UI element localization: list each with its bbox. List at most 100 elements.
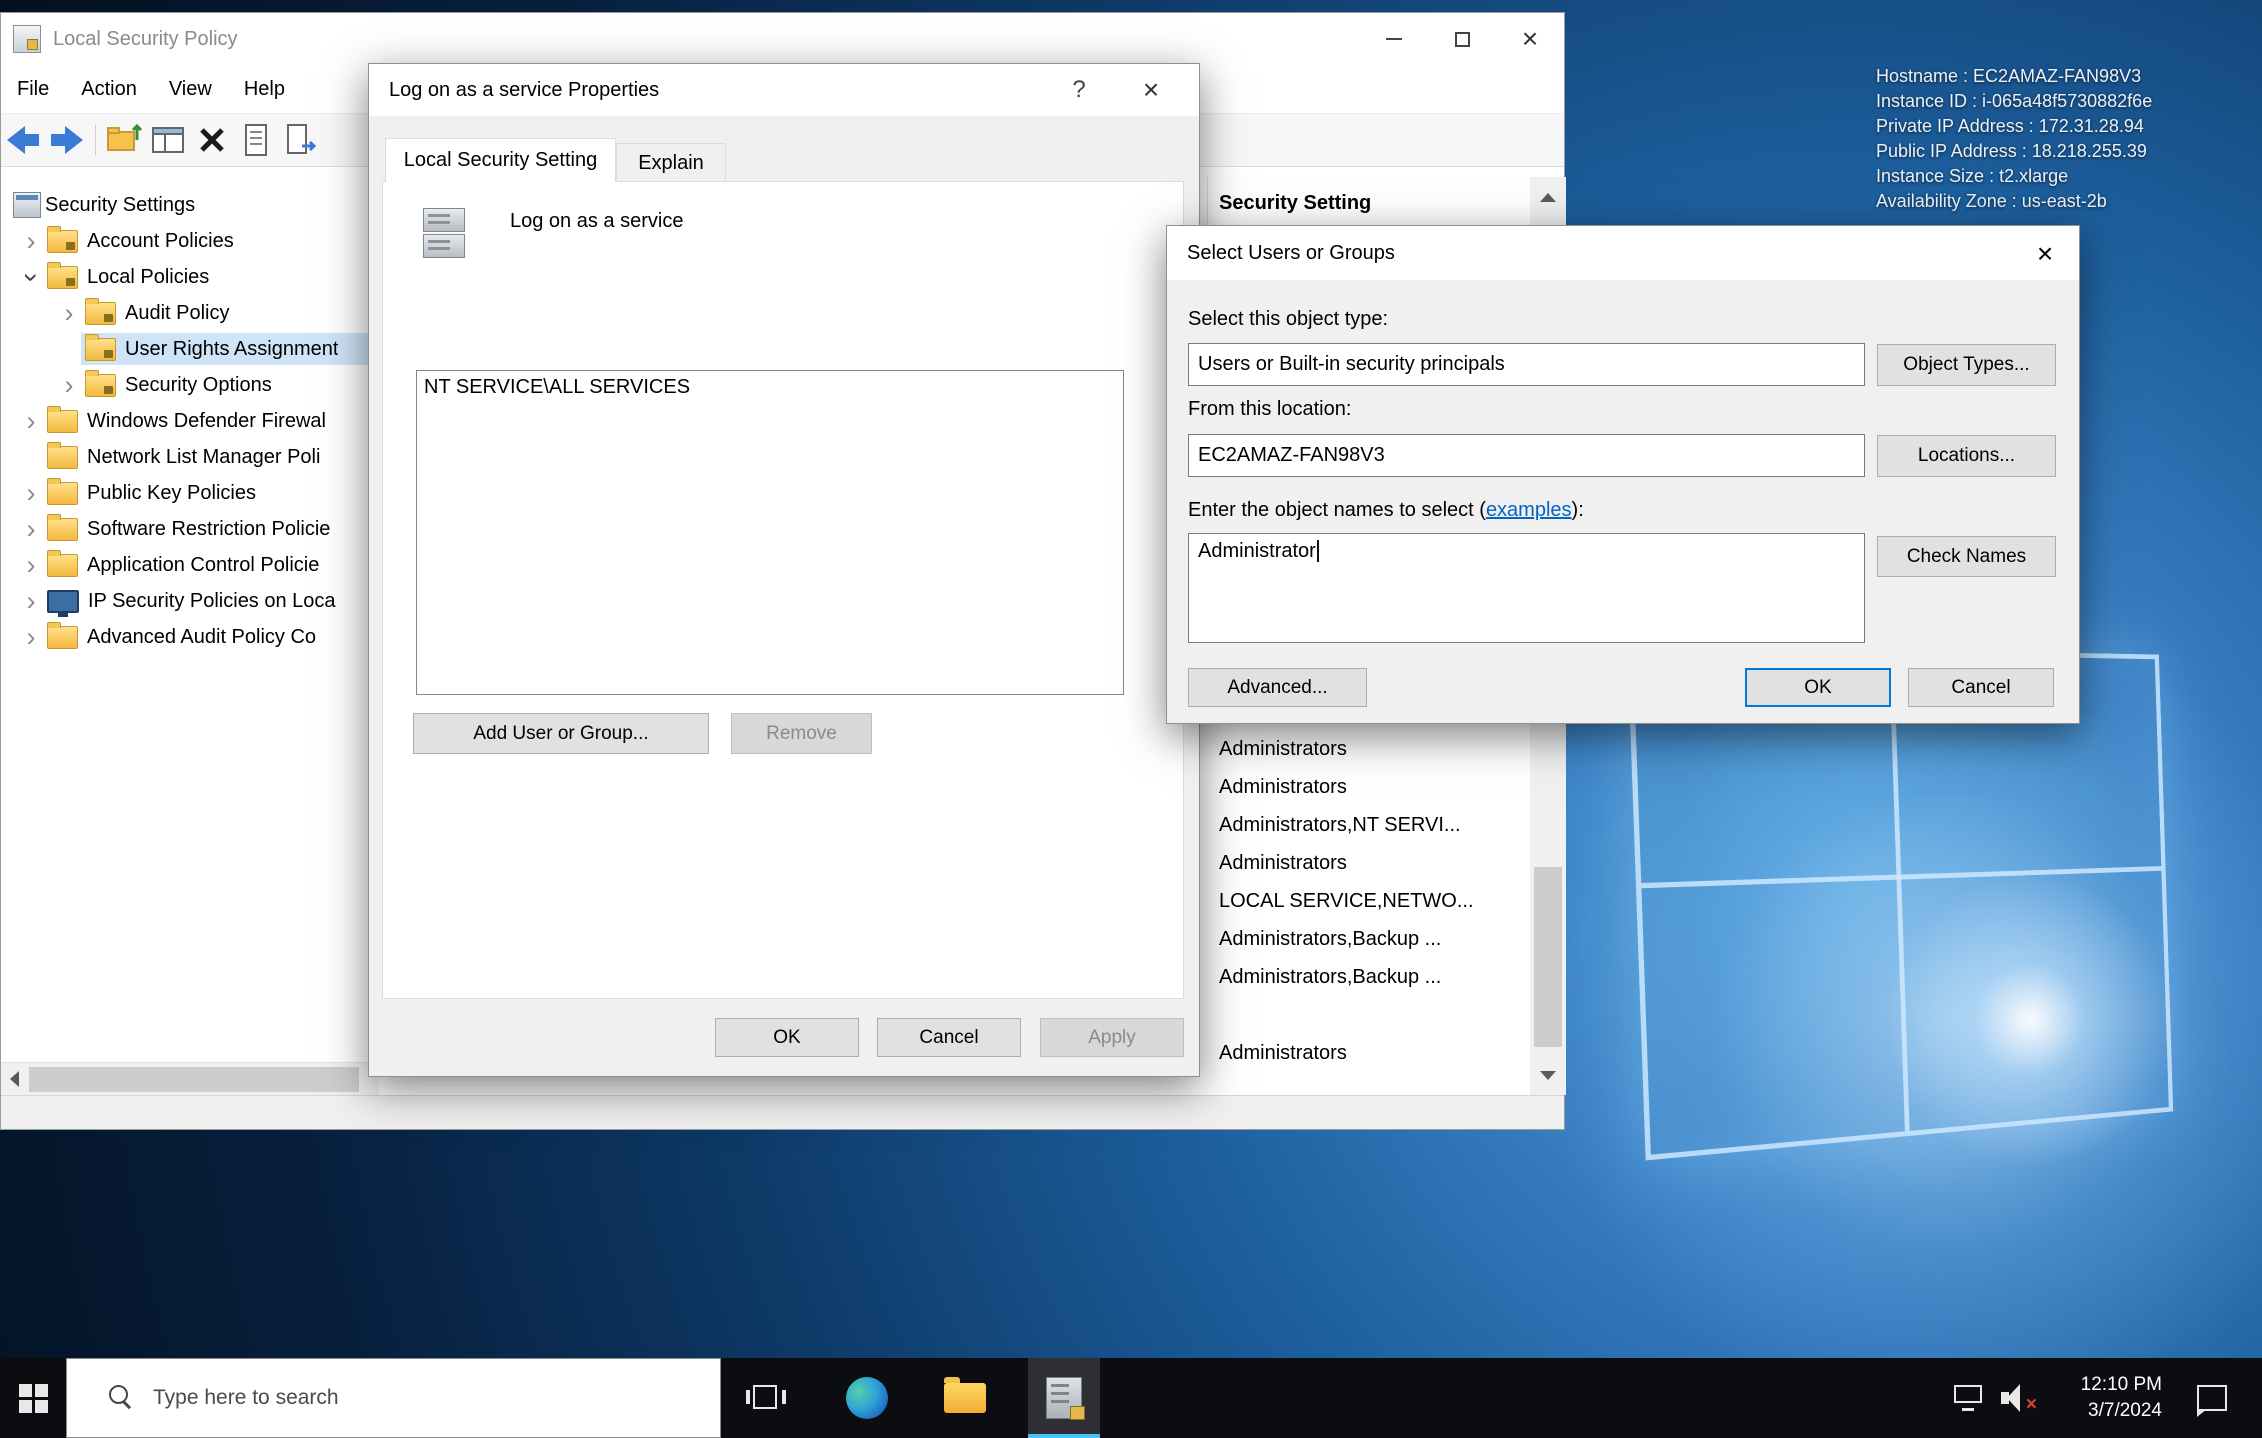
- instance-info: Hostname : EC2AMAZ-FAN98V3 Instance ID :…: [1876, 64, 2152, 214]
- remove-button[interactable]: Remove: [731, 713, 872, 754]
- chevron-right-icon[interactable]: [19, 409, 43, 433]
- tree-item-user-rights-assignment[interactable]: User Rights Assignment: [1, 331, 378, 367]
- folder-icon: [47, 410, 78, 433]
- edge-button[interactable]: [831, 1358, 903, 1438]
- tree-item-network-list-manager[interactable]: Network List Manager Poli: [1, 439, 378, 475]
- tree-item-security-settings[interactable]: Security Settings: [1, 187, 378, 223]
- tree-item-public-key-policies[interactable]: Public Key Policies: [1, 475, 378, 511]
- chevron-right-icon[interactable]: [57, 373, 81, 397]
- tree-item-windows-defender-firewall[interactable]: Windows Defender Firewal: [1, 403, 378, 439]
- back-icon: [3, 120, 43, 160]
- cancel-button[interactable]: Cancel: [877, 1018, 1021, 1057]
- close-icon: ×: [1522, 25, 1538, 53]
- scroll-up-icon: [1540, 193, 1556, 202]
- principal-entry[interactable]: NT SERVICE\ALL SERVICES: [424, 376, 1116, 399]
- tab-local-security-setting[interactable]: Local Security Setting: [385, 138, 616, 182]
- tree-horizontal-scrollbar[interactable]: [1, 1062, 379, 1095]
- volume-tray-button[interactable]: ×: [1996, 1358, 2040, 1438]
- folder-lock-icon: [47, 266, 78, 289]
- task-view-button[interactable]: [730, 1358, 802, 1438]
- ok-button[interactable]: OK: [1745, 668, 1891, 707]
- chevron-right-icon[interactable]: [57, 301, 81, 325]
- delete-button[interactable]: [190, 118, 234, 162]
- column-header-security-setting[interactable]: Security Setting: [1219, 177, 1371, 230]
- tree-item-security-options[interactable]: Security Options: [1, 367, 378, 403]
- advanced-button[interactable]: Advanced...: [1188, 668, 1367, 707]
- select-users-groups-dialog: Select Users or Groups × Select this obj…: [1166, 225, 2080, 724]
- taskbar-search[interactable]: Type here to search: [66, 1358, 721, 1438]
- add-user-or-group-button[interactable]: Add User or Group...: [413, 713, 709, 754]
- dialog-help-button[interactable]: ?: [1055, 70, 1103, 110]
- action-center-button[interactable]: [2188, 1358, 2236, 1438]
- minimize-button[interactable]: [1360, 13, 1428, 65]
- tree-item-ip-security-policies[interactable]: IP Security Policies on Loca: [1, 583, 378, 619]
- title-bar[interactable]: Local Security Policy ×: [1, 13, 1564, 65]
- chevron-right-icon[interactable]: [19, 625, 43, 649]
- task-view-icon: [746, 1385, 786, 1411]
- object-types-button[interactable]: Object Types...: [1877, 344, 2056, 386]
- tree-item-local-policies[interactable]: Local Policies: [1, 259, 378, 295]
- menu-help[interactable]: Help: [228, 65, 301, 113]
- maximize-button[interactable]: [1428, 13, 1496, 65]
- examples-link[interactable]: examples: [1486, 499, 1572, 521]
- cancel-button[interactable]: Cancel: [1908, 668, 2054, 707]
- column-separator[interactable]: [1207, 177, 1208, 230]
- locations-button[interactable]: Locations...: [1877, 435, 2056, 477]
- taskbar-clock[interactable]: 12:10 PM 3/7/2024: [2081, 1358, 2162, 1438]
- properties-button[interactable]: [234, 118, 278, 162]
- console-view-button[interactable]: [146, 118, 190, 162]
- menu-file[interactable]: File: [1, 65, 65, 113]
- close-button[interactable]: ×: [1496, 13, 1564, 65]
- window-bottom-band: [1, 1095, 1564, 1129]
- scroll-left-button[interactable]: [1, 1063, 27, 1095]
- assigned-principals-listbox[interactable]: NT SERVICE\ALL SERVICES: [416, 370, 1124, 695]
- document-icon: [236, 120, 276, 160]
- info-public-ip: Public IP Address : 18.218.255.39: [1876, 139, 2152, 164]
- network-tray-button[interactable]: [1949, 1358, 1989, 1438]
- help-toolbar-button[interactable]: [278, 118, 322, 162]
- forward-button[interactable]: [45, 118, 89, 162]
- object-names-input[interactable]: Administrator: [1188, 533, 1865, 643]
- policy-server-icon: [417, 204, 469, 262]
- tab-explain[interactable]: Explain: [616, 143, 726, 182]
- object-type-field[interactable]: Users or Built-in security principals: [1188, 343, 1865, 386]
- forward-icon: [47, 120, 87, 160]
- back-button[interactable]: [1, 118, 45, 162]
- ok-button[interactable]: OK: [715, 1018, 859, 1057]
- scroll-up-button[interactable]: [1530, 177, 1566, 217]
- dialog-close-button[interactable]: ×: [2023, 234, 2067, 274]
- menu-action[interactable]: Action: [65, 65, 153, 113]
- dialog-title-bar[interactable]: Select Users or Groups: [1167, 226, 2079, 280]
- export-list-button[interactable]: [102, 118, 146, 162]
- chevron-right-icon[interactable]: [19, 589, 43, 613]
- apply-button[interactable]: Apply: [1040, 1018, 1184, 1057]
- info-hostname: Hostname : EC2AMAZ-FAN98V3: [1876, 64, 2152, 89]
- chevron-down-icon[interactable]: [19, 265, 43, 289]
- policy-name-label: Log on as a service: [510, 210, 683, 233]
- location-field[interactable]: EC2AMAZ-FAN98V3: [1188, 434, 1865, 477]
- folder-lock-icon: [85, 338, 116, 361]
- check-names-button[interactable]: Check Names: [1877, 536, 2056, 577]
- tree-item-advanced-audit-policy[interactable]: Advanced Audit Policy Co: [1, 619, 378, 655]
- dialog-close-button[interactable]: ×: [1127, 70, 1175, 110]
- start-button[interactable]: [0, 1358, 66, 1438]
- object-type-label: Select this object type:: [1188, 308, 1388, 331]
- export-folder-icon: [104, 120, 144, 160]
- tree-item-account-policies[interactable]: Account Policies: [1, 223, 378, 259]
- folder-icon: [47, 446, 78, 469]
- chevron-right-icon[interactable]: [19, 481, 43, 505]
- tree-item-software-restriction[interactable]: Software Restriction Policie: [1, 511, 378, 547]
- local-security-policy-taskbar-button[interactable]: [1028, 1358, 1100, 1438]
- chevron-right-icon[interactable]: [19, 553, 43, 577]
- logon-service-properties-dialog: Log on as a service Properties ? × Local…: [368, 63, 1200, 1077]
- clock-time: 12:10 PM: [2081, 1372, 2162, 1398]
- menu-view[interactable]: View: [153, 65, 228, 113]
- scrollbar-thumb[interactable]: [1534, 867, 1562, 1047]
- chevron-right-icon[interactable]: [19, 229, 43, 253]
- tree-item-audit-policy[interactable]: Audit Policy: [1, 295, 378, 331]
- scroll-down-button[interactable]: [1530, 1055, 1566, 1095]
- chevron-right-icon[interactable]: [19, 517, 43, 541]
- tree-item-application-control[interactable]: Application Control Policie: [1, 547, 378, 583]
- scrollbar-thumb[interactable]: [29, 1067, 359, 1092]
- file-explorer-button[interactable]: [929, 1358, 1001, 1438]
